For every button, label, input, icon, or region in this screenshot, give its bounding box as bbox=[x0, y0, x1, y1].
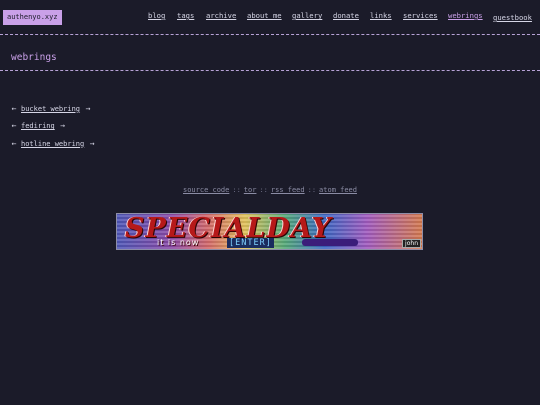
footer-separator: :: bbox=[259, 186, 268, 194]
webring-link-bucket[interactable]: bucket webring bbox=[21, 104, 80, 114]
special-day-banner[interactable]: SPECIALDAY it is now [ENTER] john bbox=[116, 213, 423, 250]
nav-link-webrings[interactable]: webrings bbox=[448, 11, 483, 20]
footer-separator: :: bbox=[232, 186, 241, 194]
banner-badge: john bbox=[402, 239, 421, 248]
footer-link-atom-feed[interactable]: atom feed bbox=[319, 186, 357, 194]
next-arrow-icon[interactable]: → bbox=[84, 104, 92, 114]
nav-link-gallery[interactable]: gallery bbox=[292, 11, 322, 20]
main-nav: blog tags archive about me gallery donat… bbox=[0, 11, 540, 25]
nav-link-tags[interactable]: tags bbox=[177, 11, 194, 20]
nav-link-guestbook[interactable]: guestbook bbox=[493, 13, 532, 22]
webring-item: ← fediring → bbox=[10, 118, 96, 136]
webring-list: ← bucket webring → ← fediring → ← hotlin… bbox=[10, 100, 96, 153]
banner-enter-label: [ENTER] bbox=[227, 238, 274, 248]
page-title: webrings bbox=[11, 52, 57, 63]
webring-item: ← hotline webring → bbox=[10, 135, 96, 153]
title-divider bbox=[0, 70, 540, 71]
site-header: authenyo.xyz blog tags archive about me … bbox=[0, 0, 540, 34]
page-footer: source code:: tor:: rss feed:: atom feed bbox=[0, 186, 540, 195]
webring-link-fediring[interactable]: fediring bbox=[21, 121, 55, 131]
nav-link-links[interactable]: links bbox=[370, 11, 392, 20]
nav-link-archive[interactable]: archive bbox=[206, 11, 236, 20]
footer-link-source-code[interactable]: source code bbox=[183, 186, 229, 194]
header-divider bbox=[0, 34, 540, 35]
prev-arrow-icon[interactable]: ← bbox=[10, 121, 18, 131]
banner-car-graphic bbox=[302, 239, 358, 246]
nav-link-donate[interactable]: donate bbox=[333, 11, 359, 20]
banner-subtitle: it is now bbox=[157, 238, 200, 247]
webring-item: ← bucket webring → bbox=[10, 100, 96, 118]
footer-separator: :: bbox=[307, 186, 317, 194]
nav-link-blog[interactable]: blog bbox=[148, 11, 165, 20]
prev-arrow-icon[interactable]: ← bbox=[10, 104, 18, 114]
prev-arrow-icon[interactable]: ← bbox=[10, 139, 18, 149]
next-arrow-icon[interactable]: → bbox=[88, 139, 96, 149]
footer-link-tor[interactable]: tor bbox=[244, 186, 257, 194]
next-arrow-icon[interactable]: → bbox=[59, 121, 67, 131]
webring-link-hotline[interactable]: hotline webring bbox=[21, 139, 84, 149]
footer-link-rss-feed[interactable]: rss feed bbox=[271, 186, 305, 194]
nav-link-services[interactable]: services bbox=[403, 11, 438, 20]
nav-link-about-me[interactable]: about me bbox=[247, 11, 282, 20]
